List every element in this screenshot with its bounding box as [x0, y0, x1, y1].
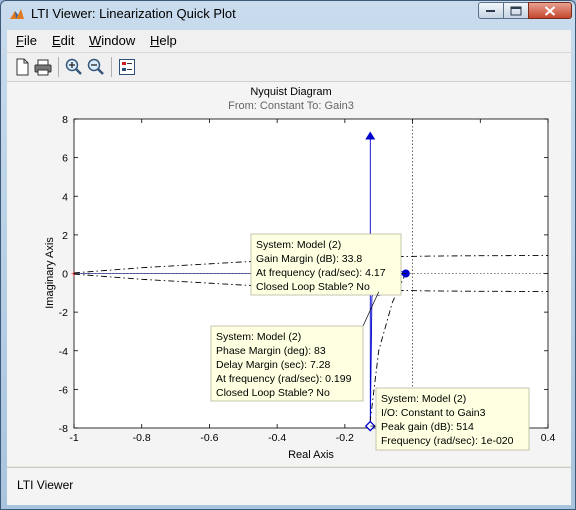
- datatip-line: Closed Loop Stable? No: [216, 387, 330, 399]
- y-axis-label: Imaginary Axis: [44, 237, 56, 309]
- datatip-line: Closed Loop Stable? No: [256, 281, 370, 293]
- plot-area[interactable]: Nyquist Diagram From: Constant To: Gain3…: [7, 82, 571, 466]
- y-tick-label: -4: [59, 346, 68, 358]
- critical-point-marker: +: [71, 270, 77, 281]
- datatip-0[interactable]: System: Model (2) Gain Margin (dB): 33.8 A…: [250, 233, 406, 296]
- datatip-2[interactable]: System: Model (2) I/O: Constant to Gain3 P…: [370, 387, 530, 451]
- new-document-icon[interactable]: [12, 57, 32, 77]
- datatip-line: Phase Margin (deg): 83: [216, 345, 326, 357]
- minimize-button[interactable]: [478, 2, 504, 19]
- x-tick-label: -1: [69, 432, 78, 444]
- menu-edit[interactable]: Edit: [52, 33, 74, 48]
- x-tick-label: -0.8: [133, 432, 151, 444]
- y-tick-label: 8: [62, 114, 68, 126]
- print-icon[interactable]: [33, 57, 53, 77]
- menu-bar: File Edit Window Help: [7, 30, 571, 53]
- toolbar: [7, 53, 571, 82]
- y-tick-label: 2: [62, 230, 68, 242]
- chart-subtitle: From: Constant To: Gain3: [228, 100, 354, 112]
- y-tick-label: 4: [62, 191, 68, 203]
- datatip-line: At frequency (rad/sec): 4.17: [256, 267, 386, 279]
- menu-window-label: indow: [101, 33, 136, 48]
- x-tick-label: -0.2: [336, 432, 354, 444]
- client-area: File Edit Window Help Nyquist Diagram Fr…: [7, 30, 571, 505]
- close-icon: [544, 5, 556, 16]
- menu-file-label: ile: [23, 33, 37, 48]
- datatip-line: System: Model (2): [381, 393, 466, 405]
- y-tick-label: -8: [59, 423, 68, 435]
- close-button[interactable]: [528, 2, 572, 19]
- zoom-in-icon[interactable]: [64, 57, 84, 77]
- menu-help[interactable]: Help: [150, 33, 177, 48]
- x-tick-label: -0.4: [268, 432, 286, 444]
- datatip-line: Peak gain (dB): 514: [381, 421, 474, 433]
- datatip-line: Gain Margin (dB): 33.8: [256, 253, 362, 265]
- datatip-line: Delay Margin (sec): 7.28: [216, 359, 331, 371]
- menu-edit-label: dit: [60, 33, 75, 48]
- datatip-line: At frequency (rad/sec): 0.199: [216, 373, 352, 385]
- chart-title: Nyquist Diagram: [250, 86, 331, 98]
- window-title: LTI Viewer: Linearization Quick Plot: [31, 6, 236, 21]
- y-tick-label: 6: [62, 153, 68, 165]
- app-window: LTI Viewer: Linearization Quick Plot Fil…: [0, 0, 576, 510]
- nyquist-chart[interactable]: Nyquist Diagram From: Constant To: Gain3…: [7, 82, 571, 466]
- toolbar-separator: [58, 57, 59, 77]
- minimize-icon: [486, 9, 495, 12]
- y-tick-label: -2: [59, 307, 68, 319]
- menu-window[interactable]: Window: [89, 33, 135, 48]
- toolbar-separator: [111, 57, 112, 77]
- menu-window-accelerator: W: [89, 33, 102, 48]
- datatip-line: Frequency (rad/sec): 1e-020: [381, 435, 514, 447]
- plot-configurations-icon[interactable]: [117, 57, 137, 77]
- menu-help-accelerator: H: [150, 33, 160, 48]
- x-axis-label: Real Axis: [288, 449, 334, 461]
- status-bar: LTI Viewer: [7, 467, 571, 505]
- matlab-app-icon: [10, 9, 24, 19]
- menu-file-accelerator: F: [16, 33, 24, 48]
- title-bar[interactable]: LTI Viewer: Linearization Quick Plot: [1, 1, 575, 29]
- y-tick-label: 0: [62, 269, 68, 281]
- zoom-out-icon[interactable]: [86, 57, 106, 77]
- menu-help-label: elp: [159, 33, 177, 48]
- datatip-line: System: Model (2): [256, 239, 341, 251]
- menu-edit-accelerator: E: [52, 33, 61, 48]
- status-text: LTI Viewer: [17, 478, 74, 492]
- x-tick-label: -0.6: [200, 432, 218, 444]
- datatip-line: I/O: Constant to Gain3: [381, 407, 486, 419]
- maximize-icon: [510, 6, 522, 15]
- menu-file[interactable]: File: [16, 33, 37, 48]
- x-tick-label: 0.4: [541, 432, 556, 444]
- y-tick-label: -6: [59, 384, 68, 396]
- maximize-button[interactable]: [503, 2, 529, 19]
- datatip-line: System: Model (2): [216, 331, 301, 343]
